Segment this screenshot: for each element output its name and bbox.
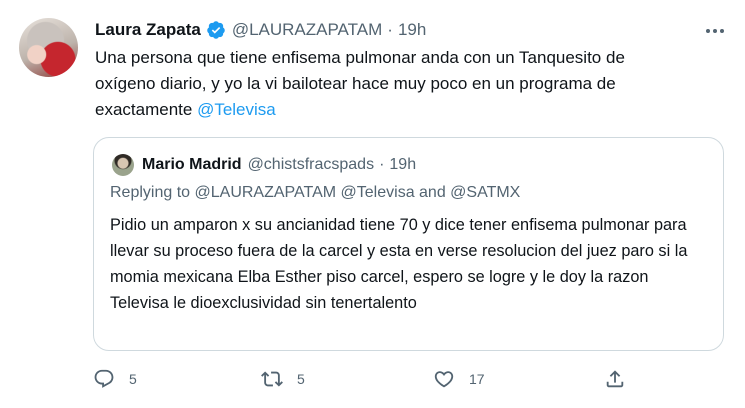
more-options-icon[interactable] (700, 21, 730, 41)
retweet-icon (261, 371, 283, 387)
verified-badge-icon (206, 20, 226, 40)
author-handle[interactable]: @LAURAZAPATAM (232, 20, 382, 40)
share-icon (606, 370, 624, 388)
like-count: 17 (469, 371, 485, 387)
tweet-text: Una persona que tiene enfisema pulmonar … (95, 45, 715, 123)
quoted-tweet-header: Mario Madrid @chistsfracspads · 19h (112, 154, 416, 176)
author-avatar[interactable] (19, 18, 78, 77)
reply-button[interactable]: 5 (93, 368, 137, 390)
quoted-tweet-timestamp: 19h (389, 156, 417, 173)
quoted-author-handle: @chistsfracspads (247, 156, 375, 173)
retweet-count: 5 (297, 371, 305, 387)
quoted-tweet-card[interactable]: Mario Madrid @chistsfracspads · 19h Repl… (93, 137, 724, 351)
tweet-text-line: exactamente @Televisa (95, 97, 715, 123)
quoted-author-name: Mario Madrid (142, 156, 242, 173)
replying-to: Replying to @LAURAZAPATAM @Televisa and … (110, 184, 520, 202)
replying-to-mentions[interactable]: @LAURAZAPATAM @Televisa and @SATMX (195, 184, 521, 201)
like-icon (434, 371, 454, 388)
replying-to-label: Replying to (110, 184, 195, 201)
tweet-text-line: Una persona que tiene enfisema pulmonar … (95, 48, 625, 67)
tweet-text-line: oxígeno diario, y yo la vi bailotear hac… (95, 74, 616, 93)
quoted-tweet-text: Pidio un amparon x su ancianidad tiene 7… (110, 216, 688, 312)
like-button[interactable]: 17 (433, 368, 485, 390)
retweet-button[interactable]: 5 (261, 368, 305, 390)
tweet-text-fragment: exactamente (95, 100, 198, 119)
separator-dot: · (379, 156, 385, 173)
share-button[interactable] (604, 368, 626, 390)
tweet-actions: 5 5 17 (93, 368, 633, 394)
separator-dot: · (387, 20, 393, 39)
tweet-timestamp[interactable]: 19h (398, 20, 426, 40)
mention-link[interactable]: @Televisa (197, 100, 276, 119)
quoted-author-avatar (112, 154, 134, 176)
tweet-header: Laura Zapata @LAURAZAPATAM · 19h (95, 19, 426, 41)
reply-count: 5 (129, 371, 137, 387)
author-name[interactable]: Laura Zapata (95, 20, 201, 40)
reply-icon (94, 369, 114, 388)
